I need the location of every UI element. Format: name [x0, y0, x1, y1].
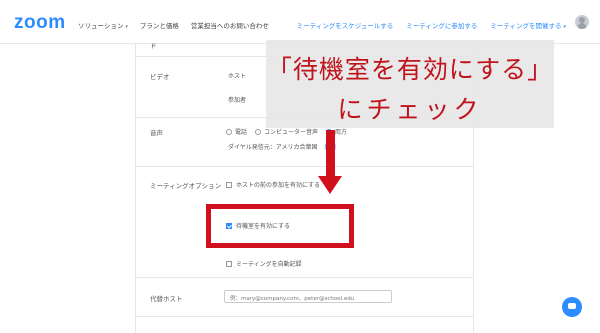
dialin-label: ダイヤル発信元：アメリカ合衆国: [228, 144, 318, 151]
divider: [136, 277, 473, 278]
zoom-logo[interactable]: zoom: [14, 12, 66, 34]
alt-host-input[interactable]: 例：mary@company.com、peter@school.edu: [224, 290, 392, 303]
nav-pricing[interactable]: プランと価格: [140, 20, 179, 30]
top-nav: zoom ソリューション ▾ プランと価格 営業担当へのお問い合わせ ミーティング…: [0, 0, 600, 44]
audio-option-phone[interactable]: 電話: [226, 128, 247, 136]
option-auto-record[interactable]: ミーティングを自動記録: [226, 259, 302, 268]
dialin-row: ダイヤル発信元：アメリカ合衆国 編集: [228, 142, 336, 151]
nav-right-menu: ミーティングをスケジュールする ミーティングに参加する ミーティングを開催する ▾: [297, 20, 566, 30]
audio-label: 音声: [150, 129, 163, 137]
nav-schedule-meeting[interactable]: ミーティングをスケジュールする: [297, 20, 394, 30]
caption-line-1: 「待機室を有効にする」: [266, 55, 554, 84]
radio-icon: [226, 128, 232, 135]
chevron-down-icon: ▾: [125, 24, 128, 30]
user-avatar-icon[interactable]: [575, 15, 589, 29]
annotation-caption: 「待機室を有効にする」 にチェック: [266, 40, 554, 128]
audio-option-computer[interactable]: コンピューター音声: [254, 128, 318, 136]
nav-left-menu: ソリューション ▾ プランと価格 営業担当へのお問い合わせ: [78, 20, 269, 30]
nav-join-meeting[interactable]: ミーティングに参加する: [406, 20, 477, 30]
option-join-before-host[interactable]: ホストの前の参加を有効にする: [226, 180, 320, 189]
partial-row-label: ド: [150, 42, 157, 50]
nav-contact-sales[interactable]: 営業担当へのお問い合わせ: [191, 20, 269, 30]
video-host-label: ホスト: [228, 73, 247, 80]
annotation-arrow-head-icon: [318, 176, 342, 194]
divider: [136, 316, 473, 317]
video-participant-label: 参加者: [228, 97, 247, 104]
checkbox-icon: [226, 260, 232, 267]
checkbox-icon: [226, 181, 232, 188]
annotation-arrow-icon: [326, 130, 335, 178]
annotation-highlight-box: [206, 204, 354, 248]
caption-line-2: にチェック: [337, 95, 483, 124]
meeting-options-label: ミーティングオプション: [150, 182, 222, 190]
video-label: ビデオ: [150, 73, 170, 81]
nav-host-meeting[interactable]: ミーティングを開催する ▾: [490, 20, 566, 30]
divider: [136, 166, 473, 167]
nav-solutions[interactable]: ソリューション ▾: [78, 20, 128, 30]
alt-host-label: 代替ホスト: [150, 295, 183, 303]
radio-icon: [254, 128, 261, 135]
chat-bubble-icon[interactable]: [562, 297, 582, 317]
chevron-down-icon: ▾: [563, 24, 566, 30]
